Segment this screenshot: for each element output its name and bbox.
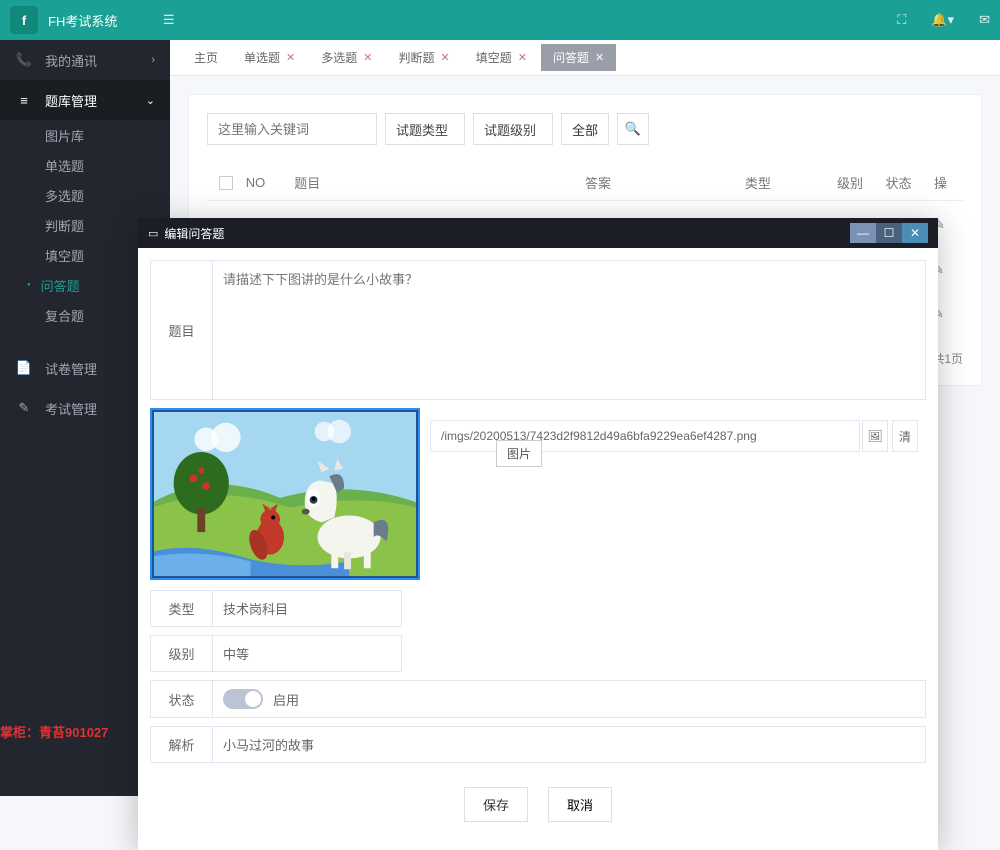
type-select-dialog[interactable]: 技术岗科目 <box>212 590 402 627</box>
dialog-title: 编辑问答题 <box>164 225 224 242</box>
close-icon[interactable]: ✕ <box>441 51 450 64</box>
sidebar-sub-multi[interactable]: 多选题 <box>0 180 170 210</box>
app-logo: f <box>10 6 38 34</box>
col-answer: 答案 <box>585 173 745 192</box>
topbar-actions: ⛶ 🔔▾ ✉ <box>897 12 990 28</box>
app-title: FH考试系统 <box>48 11 158 30</box>
image-preview[interactable] <box>150 408 420 580</box>
minimize-button[interactable]: — <box>850 223 876 243</box>
search-button[interactable]: 🔍 <box>617 113 649 145</box>
save-button[interactable]: 保存 <box>464 787 528 822</box>
edit-dialog: ▭ 编辑问答题 — ☐ ✕ 题目 <box>138 218 938 850</box>
sidebar-item-contacts[interactable]: 📞 我的通讯 › <box>0 40 170 80</box>
col-status: 状态 <box>885 173 933 192</box>
document-icon: 📄 <box>15 360 33 376</box>
mail-icon[interactable]: ✉ <box>979 12 990 28</box>
maximize-button[interactable]: ☐ <box>876 223 902 243</box>
topbar: f FH考试系统 ☰ ⛶ 🔔▾ ✉ <box>0 0 1000 40</box>
level-select[interactable]: 试题级别 <box>473 113 553 145</box>
tab-single[interactable]: 单选题✕ <box>232 44 307 71</box>
label-level: 级别 <box>150 635 212 672</box>
phone-icon: 📞 <box>15 52 33 68</box>
hamburger-icon[interactable]: ☰ <box>163 12 175 28</box>
tab-bar: 主页 单选题✕ 多选题✕ 判断题✕ 填空题✕ 问答题✕ <box>170 40 1000 76</box>
col-no: NO <box>246 175 294 190</box>
col-level: 级别 <box>837 173 885 192</box>
label-status: 状态 <box>150 680 212 718</box>
select-all-checkbox[interactable] <box>219 176 233 190</box>
status-toggle[interactable] <box>223 689 263 709</box>
watermark: 掌柜：青苔901027 <box>0 722 108 741</box>
cancel-button[interactable]: 取消 <box>548 787 612 822</box>
status-toggle-row: 启用 <box>212 680 926 718</box>
edit-icon: ✎ <box>15 400 33 416</box>
layers-icon: ≡ <box>15 93 33 108</box>
close-icon[interactable]: ✕ <box>518 51 527 64</box>
image-path-input[interactable]: /imgs/20200513/7423d2f9812d49a6bfa9229ea… <box>430 420 860 452</box>
question-textarea[interactable] <box>212 260 926 400</box>
image-picker-button[interactable]: 🖼 <box>862 420 888 452</box>
col-action: 操 <box>934 173 963 192</box>
label-analysis: 解析 <box>150 726 212 763</box>
tab-fill[interactable]: 填空题✕ <box>464 44 539 71</box>
tab-judge[interactable]: 判断题✕ <box>386 44 461 71</box>
clear-image-button[interactable]: 清 <box>892 420 918 452</box>
window-icon: ▭ <box>148 227 158 240</box>
search-icon: 🔍 <box>625 121 641 137</box>
close-icon[interactable]: ✕ <box>595 51 604 64</box>
level-select-dialog[interactable]: 中等 <box>212 635 402 672</box>
chevron-right-icon: › <box>151 54 155 66</box>
sidebar-sub-single[interactable]: 单选题 <box>0 150 170 180</box>
sidebar-item-questionbank[interactable]: ≡ 题库管理 ⌄ <box>0 80 170 120</box>
keyword-input[interactable] <box>207 113 377 145</box>
all-button[interactable]: 全部 <box>561 113 609 145</box>
label-question: 题目 <box>150 260 212 400</box>
tab-multi[interactable]: 多选题✕ <box>309 44 384 71</box>
analysis-input[interactable]: 小马过河的故事 <box>212 726 926 763</box>
bell-icon[interactable]: 🔔▾ <box>931 12 954 28</box>
table-header: NO 题目 答案 类型 级别 状态 操 <box>207 165 963 201</box>
image-row: /imgs/20200513/7423d2f9812d49a6bfa9229ea… <box>150 408 926 580</box>
image-tooltip: 图片 <box>496 440 542 467</box>
type-select[interactable]: 试题类型 <box>385 113 465 145</box>
col-type: 类型 <box>745 173 837 192</box>
close-icon[interactable]: ✕ <box>363 51 372 64</box>
chevron-down-icon: ⌄ <box>146 94 155 107</box>
tab-essay[interactable]: 问答题✕ <box>541 44 616 71</box>
col-question: 题目 <box>294 173 585 192</box>
tab-home[interactable]: 主页 <box>182 44 230 71</box>
dialog-header[interactable]: ▭ 编辑问答题 — ☐ ✕ <box>138 218 938 248</box>
close-button[interactable]: ✕ <box>902 223 928 243</box>
label-type: 类型 <box>150 590 212 627</box>
filter-bar: 试题类型 试题级别 全部 🔍 <box>207 113 963 145</box>
close-icon[interactable]: ✕ <box>286 51 295 64</box>
fullscreen-icon[interactable]: ⛶ <box>897 12 906 28</box>
sidebar-sub-imagelib[interactable]: 图片库 <box>0 120 170 150</box>
